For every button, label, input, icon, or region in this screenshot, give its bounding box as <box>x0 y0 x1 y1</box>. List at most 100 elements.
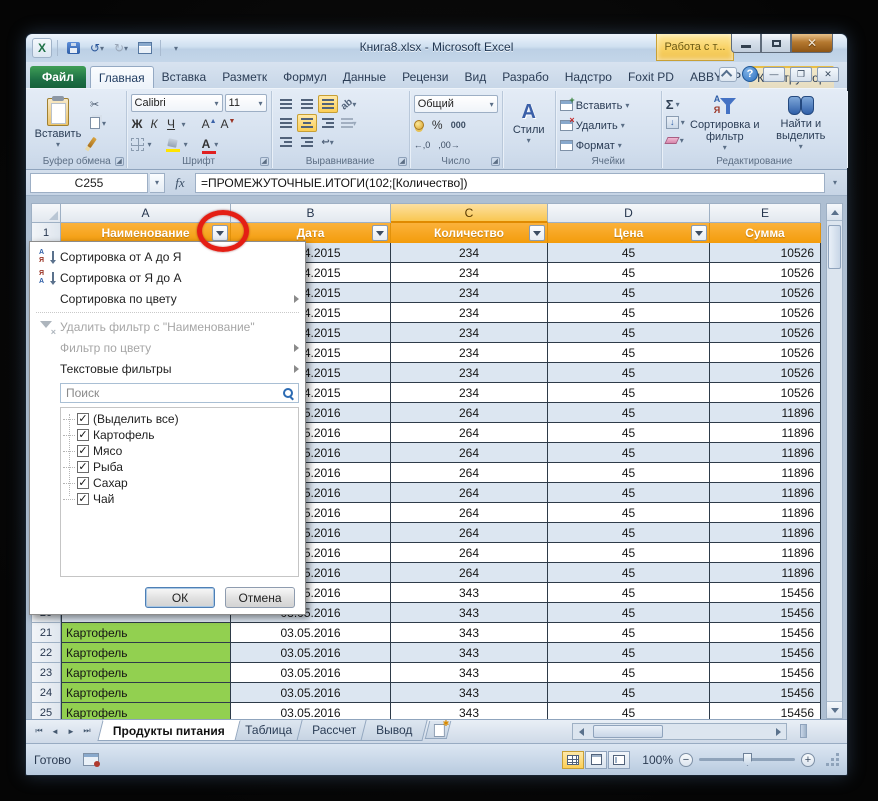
cell-quantity[interactable]: 234 <box>391 243 548 263</box>
tab-Надстро[interactable]: Надстро <box>557 66 620 88</box>
ok-button[interactable]: ОК <box>145 587 215 608</box>
cell-sum[interactable]: 15456 <box>710 643 821 663</box>
workbook-restore-button[interactable]: ❐ <box>790 67 812 82</box>
cell-sum[interactable]: 10526 <box>710 283 821 303</box>
cell-quantity[interactable]: 234 <box>391 343 548 363</box>
tab-Вставка[interactable]: Вставка <box>154 66 215 88</box>
cell-sum[interactable]: 10526 <box>710 383 821 403</box>
cell-price[interactable]: 45 <box>548 623 710 643</box>
scroll-right-button[interactable] <box>770 724 786 739</box>
cell-sum[interactable]: 11896 <box>710 463 821 483</box>
menu-item-sort-za[interactable]: ЯА Сортировка от Я до А <box>30 267 305 288</box>
cell-quantity[interactable]: 234 <box>391 303 548 323</box>
cell-quantity[interactable]: 234 <box>391 363 548 383</box>
dialog-launcher-icon[interactable]: ◢ <box>115 157 124 166</box>
filter-dropdown-button[interactable] <box>529 225 545 241</box>
cell-price[interactable]: 45 <box>548 663 710 683</box>
filter-value-item[interactable]: ✓Картофель <box>65 427 296 443</box>
row-header[interactable]: 21 <box>31 623 61 643</box>
collapse-ribbon-button[interactable] <box>719 67 737 82</box>
italic-button[interactable]: К <box>148 117 161 131</box>
menu-item-text-filters[interactable]: Текстовые фильтры <box>30 358 305 379</box>
align-middle-button[interactable] <box>297 95 317 113</box>
tab-Foxit PD[interactable]: Foxit PD <box>620 66 682 88</box>
last-sheet-button[interactable]: ⏭ <box>80 724 94 738</box>
cut-button[interactable]: ✂ <box>88 96 118 112</box>
table-header-2[interactable]: Дата <box>231 223 391 243</box>
cell-sum[interactable]: 11896 <box>710 423 821 443</box>
sheet-tab-Продукты питания[interactable]: Продукты питания <box>97 720 240 741</box>
filter-dropdown-button[interactable] <box>691 225 707 241</box>
underline-button[interactable]: Ч <box>165 117 178 131</box>
comma-style-button[interactable]: 000 <box>451 120 466 130</box>
cell-quantity[interactable]: 234 <box>391 263 548 283</box>
zoom-in-button[interactable]: + <box>801 753 815 767</box>
column-header-E[interactable]: E <box>710 203 821 223</box>
font-color-button[interactable]: А <box>202 137 211 151</box>
zoom-out-button[interactable]: − <box>679 753 693 767</box>
tab-file[interactable]: Файл <box>30 66 86 88</box>
cell-quantity[interactable]: 264 <box>391 443 548 463</box>
table-header-3[interactable]: Количество <box>391 223 548 243</box>
row-header[interactable]: 23 <box>31 663 61 683</box>
filter-value-item[interactable]: ✓Мясо <box>65 443 296 459</box>
cell-quantity[interactable]: 264 <box>391 423 548 443</box>
vertical-scroll-thumb[interactable] <box>828 225 841 269</box>
menu-item-sort-az[interactable]: АЯ Сортировка от А до Я <box>30 246 305 267</box>
filter-value-item[interactable]: ✓Сахар <box>65 475 296 491</box>
cell-quantity[interactable]: 343 <box>391 623 548 643</box>
cell-date[interactable]: 03.05.2016 <box>231 663 391 683</box>
contextual-tab-group-label[interactable]: Работа с т... <box>656 34 734 61</box>
currency-icon[interactable] <box>414 120 424 130</box>
next-sheet-button[interactable]: ► <box>64 724 78 738</box>
zoom-slider-thumb[interactable] <box>743 753 752 766</box>
cell-quantity[interactable]: 264 <box>391 483 548 503</box>
cell-sum[interactable]: 11896 <box>710 563 821 583</box>
checkbox-checked-icon[interactable]: ✓ <box>77 477 89 489</box>
macro-record-icon[interactable] <box>83 753 99 766</box>
page-break-view-button[interactable] <box>608 751 630 769</box>
dialog-launcher-icon[interactable]: ◢ <box>260 157 269 166</box>
cell-price[interactable]: 45 <box>548 263 710 283</box>
tab-split-handle[interactable] <box>800 724 807 738</box>
filter-value-item[interactable]: ✓(Выделить все) <box>65 411 296 427</box>
zoom-slider-track[interactable] <box>699 758 795 761</box>
cell-date[interactable]: 03.05.2016 <box>231 643 391 663</box>
cell-price[interactable]: 45 <box>548 643 710 663</box>
sort-filter-button[interactable]: АЯ Сортировка и фильтр ▾ <box>689 93 761 153</box>
checkbox-checked-icon[interactable]: ✓ <box>77 493 89 505</box>
horizontal-scroll-thumb[interactable] <box>593 725 663 738</box>
filter-search-input[interactable]: Поиск <box>60 383 299 403</box>
first-sheet-button[interactable]: ⏮ <box>32 724 46 738</box>
cell-price[interactable]: 45 <box>548 403 710 423</box>
column-header-C[interactable]: C <box>391 203 548 223</box>
cell-price[interactable]: 45 <box>548 523 710 543</box>
align-left-button[interactable] <box>276 114 296 132</box>
workbook-minimize-button[interactable]: — <box>763 67 785 82</box>
cell-quantity[interactable]: 264 <box>391 403 548 423</box>
column-header-B[interactable]: B <box>231 203 391 223</box>
align-right-button[interactable] <box>318 114 338 132</box>
cell-quantity[interactable]: 264 <box>391 563 548 583</box>
bold-button[interactable]: Ж <box>131 117 144 131</box>
name-box[interactable]: C255 <box>30 173 148 193</box>
cell-price[interactable]: 45 <box>548 683 710 703</box>
scroll-down-button[interactable] <box>827 701 842 718</box>
cell-sum[interactable]: 10526 <box>710 343 821 363</box>
paste-button[interactable]: Вставить ▾ <box>32 93 84 153</box>
fill-color-icon[interactable] <box>166 139 180 149</box>
formula-input[interactable]: =ПРОМЕЖУТОЧНЫЕ.ИТОГИ(102;[Количество]) <box>195 173 825 193</box>
row-header[interactable]: 22 <box>31 643 61 663</box>
cell-quantity[interactable]: 343 <box>391 603 548 623</box>
tab-Формул[interactable]: Формул <box>275 66 335 88</box>
cell-sum[interactable]: 15456 <box>710 623 821 643</box>
row-header[interactable]: 24 <box>31 683 61 703</box>
decrease-decimal-button[interactable]: ,00→ <box>438 140 460 150</box>
row-header[interactable]: 1 <box>31 223 61 243</box>
checkbox-checked-icon[interactable]: ✓ <box>77 445 89 457</box>
cell-quantity[interactable]: 264 <box>391 523 548 543</box>
cell-sum[interactable]: 11896 <box>710 483 821 503</box>
number-format-combo[interactable]: Общий▾ <box>414 95 498 113</box>
copy-button[interactable]: ▾ <box>88 115 118 131</box>
cell-price[interactable]: 45 <box>548 383 710 403</box>
